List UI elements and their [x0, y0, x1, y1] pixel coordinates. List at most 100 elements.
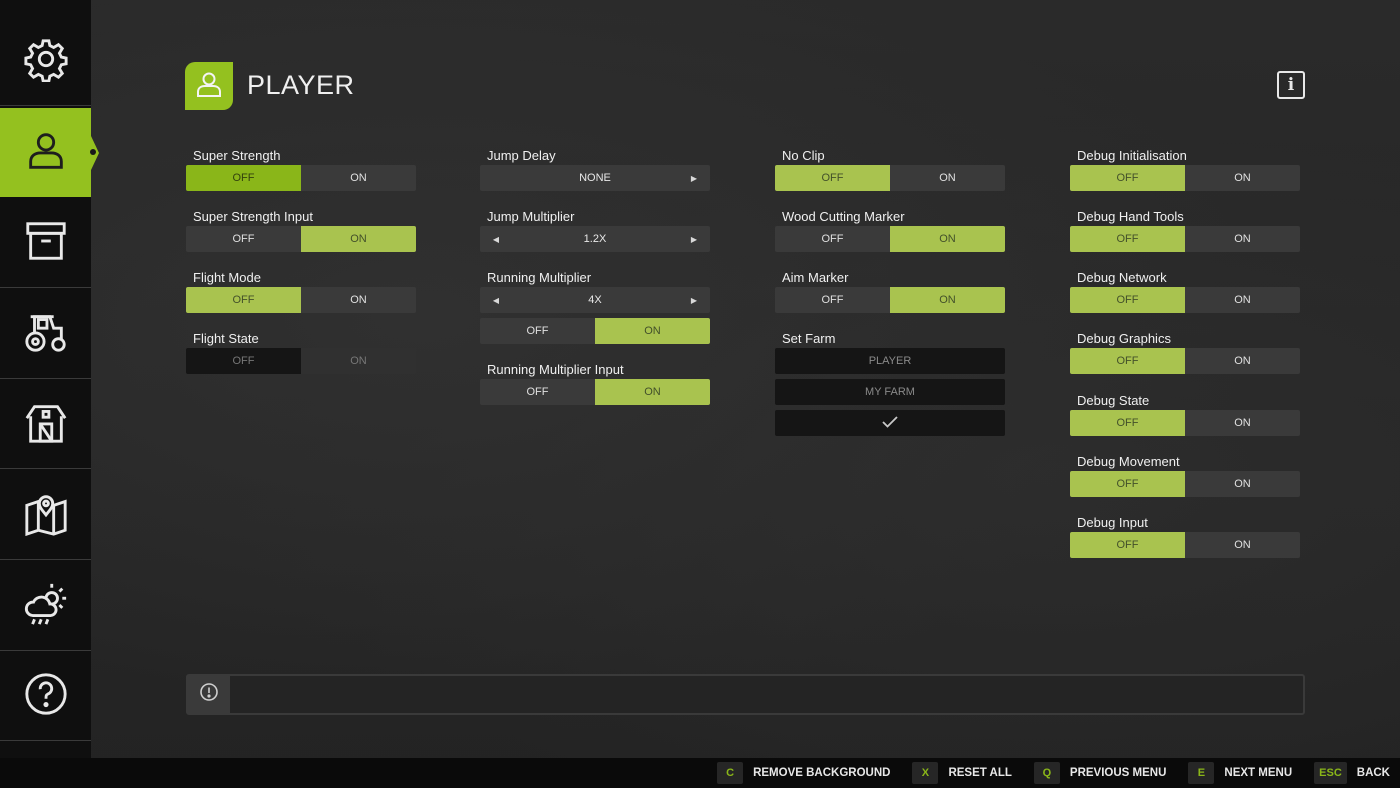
flight-mode-label: Flight Mode: [193, 270, 261, 285]
wood-cutting-marker-on[interactable]: ON: [890, 226, 1005, 252]
debug-movement-off[interactable]: OFF: [1070, 471, 1185, 497]
debug-hand-tools-off[interactable]: OFF: [1070, 226, 1185, 252]
super-strength-label: Super Strength: [193, 148, 281, 163]
debug-initialisation-toggle[interactable]: OFF ON: [1070, 165, 1300, 191]
flight-mode-off[interactable]: OFF: [186, 287, 301, 313]
archive-box-icon: [23, 218, 69, 269]
action-label: REMOVE BACKGROUND: [753, 767, 891, 779]
debug-movement-toggle[interactable]: OFF ON: [1070, 471, 1300, 497]
debug-input-label: Debug Input: [1077, 515, 1148, 530]
debug-graphics-label: Debug Graphics: [1077, 331, 1171, 346]
running-multiplier-value: 4X: [588, 294, 602, 306]
debug-hand-tools-on[interactable]: ON: [1185, 226, 1300, 252]
key-hint: X: [912, 762, 939, 784]
sidebar-item-player[interactable]: [0, 108, 99, 197]
no-clip-off[interactable]: OFF: [775, 165, 890, 191]
action-label: PREVIOUS MENU: [1069, 767, 1167, 779]
super-strength-toggle[interactable]: OFF ON: [186, 165, 416, 191]
flight-mode-on[interactable]: ON: [301, 287, 416, 313]
checkmark-icon: [882, 415, 898, 431]
jump-multiplier-value: 1.2X: [583, 233, 607, 245]
jump-delay-stepper[interactable]: ◀ NONE ▶: [480, 165, 710, 191]
action-label: RESET ALL: [948, 767, 1012, 779]
arrow-right-icon[interactable]: ▶: [688, 296, 700, 305]
debug-graphics-on[interactable]: ON: [1185, 348, 1300, 374]
help-bar: [186, 674, 1305, 715]
sidebar-item-help[interactable]: [0, 652, 91, 741]
sidebar-item-weather[interactable]: [0, 562, 91, 651]
no-clip-label: No Clip: [782, 148, 825, 163]
sidebar-item-settings[interactable]: [0, 17, 91, 106]
back-action[interactable]: ESC BACK: [1314, 762, 1390, 784]
debug-input-toggle[interactable]: OFF ON: [1070, 532, 1300, 558]
debug-hand-tools-toggle[interactable]: OFF ON: [1070, 226, 1300, 252]
arrow-left-icon[interactable]: ◀: [490, 296, 502, 305]
jump-multiplier-stepper[interactable]: ◀ 1.2X ▶: [480, 226, 710, 252]
debug-input-off[interactable]: OFF: [1070, 532, 1185, 558]
jump-delay-value: NONE: [579, 172, 611, 184]
no-clip-toggle[interactable]: OFF ON: [775, 165, 1005, 191]
running-multiplier-input-off[interactable]: OFF: [480, 379, 595, 405]
reset-all-action[interactable]: X RESET ALL: [912, 762, 1012, 784]
info-icon: i: [1287, 75, 1295, 95]
super-strength-off[interactable]: OFF: [186, 165, 301, 191]
debug-input-on[interactable]: ON: [1185, 532, 1300, 558]
debug-initialisation-on[interactable]: ON: [1185, 165, 1300, 191]
set-farm-label: Set Farm: [782, 331, 836, 346]
super-strength-input-on[interactable]: ON: [301, 226, 416, 252]
running-multiplier-label: Running Multiplier: [487, 270, 592, 285]
debug-network-on[interactable]: ON: [1185, 287, 1300, 313]
debug-state-off[interactable]: OFF: [1070, 410, 1185, 436]
debug-movement-on[interactable]: ON: [1185, 471, 1300, 497]
wood-cutting-marker-off[interactable]: OFF: [775, 226, 890, 252]
flight-mode-toggle[interactable]: OFF ON: [186, 287, 416, 313]
key-hint: E: [1188, 762, 1215, 784]
debug-state-on[interactable]: ON: [1185, 410, 1300, 436]
debug-initialisation-off[interactable]: OFF: [1070, 165, 1185, 191]
running-multiplier-stepper[interactable]: ◀ 4X ▶: [480, 287, 710, 313]
running-multiplier-off[interactable]: OFF: [480, 318, 595, 344]
debug-network-off[interactable]: OFF: [1070, 287, 1185, 313]
wood-cutting-marker-toggle[interactable]: OFF ON: [775, 226, 1005, 252]
next-menu-action[interactable]: E NEXT MENU: [1188, 762, 1292, 784]
map-pin-icon: [23, 490, 69, 541]
exclamation-circle-icon: [199, 682, 219, 707]
aim-marker-off[interactable]: OFF: [775, 287, 890, 313]
flight-state-on: ON: [301, 348, 416, 374]
super-strength-on[interactable]: ON: [301, 165, 416, 191]
super-strength-input-off[interactable]: OFF: [186, 226, 301, 252]
aim-marker-toggle[interactable]: OFF ON: [775, 287, 1005, 313]
debug-state-toggle[interactable]: OFF ON: [1070, 410, 1300, 436]
sidebar-item-storage[interactable]: [0, 199, 91, 288]
weather-icon: [23, 581, 69, 632]
debug-network-toggle[interactable]: OFF ON: [1070, 287, 1300, 313]
wood-cutting-marker-label: Wood Cutting Marker: [782, 209, 905, 224]
arrow-left-icon[interactable]: ◀: [490, 235, 502, 244]
running-multiplier-on[interactable]: ON: [595, 318, 710, 344]
page-icon: [185, 62, 233, 110]
remove-background-action[interactable]: C REMOVE BACKGROUND: [717, 762, 890, 784]
key-hint: C: [717, 762, 744, 784]
set-farm-option-my-farm[interactable]: MY FARM: [775, 379, 1005, 405]
no-clip-on[interactable]: ON: [890, 165, 1005, 191]
set-farm-option-player[interactable]: PLAYER: [775, 348, 1005, 374]
sidebar-item-map[interactable]: [0, 471, 91, 560]
sidebar-item-farm[interactable]: [0, 380, 91, 469]
tractor-icon: [23, 309, 69, 360]
running-multiplier-toggle[interactable]: OFF ON: [480, 318, 710, 344]
key-hint: Q: [1033, 762, 1060, 784]
set-farm-confirm-button[interactable]: [775, 410, 1005, 436]
debug-graphics-toggle[interactable]: OFF ON: [1070, 348, 1300, 374]
running-multiplier-input-toggle[interactable]: OFF ON: [480, 379, 710, 405]
aim-marker-on[interactable]: ON: [890, 287, 1005, 313]
debug-state-label: Debug State: [1077, 393, 1150, 408]
sidebar-item-vehicles[interactable]: [0, 290, 91, 379]
aim-marker-label: Aim Marker: [782, 270, 849, 285]
super-strength-input-toggle[interactable]: OFF ON: [186, 226, 416, 252]
arrow-right-icon[interactable]: ▶: [688, 235, 700, 244]
info-button[interactable]: i: [1277, 71, 1305, 99]
arrow-right-icon[interactable]: ▶: [688, 174, 700, 183]
debug-graphics-off[interactable]: OFF: [1070, 348, 1185, 374]
previous-menu-action[interactable]: Q PREVIOUS MENU: [1033, 762, 1167, 784]
running-multiplier-input-on[interactable]: ON: [595, 379, 710, 405]
